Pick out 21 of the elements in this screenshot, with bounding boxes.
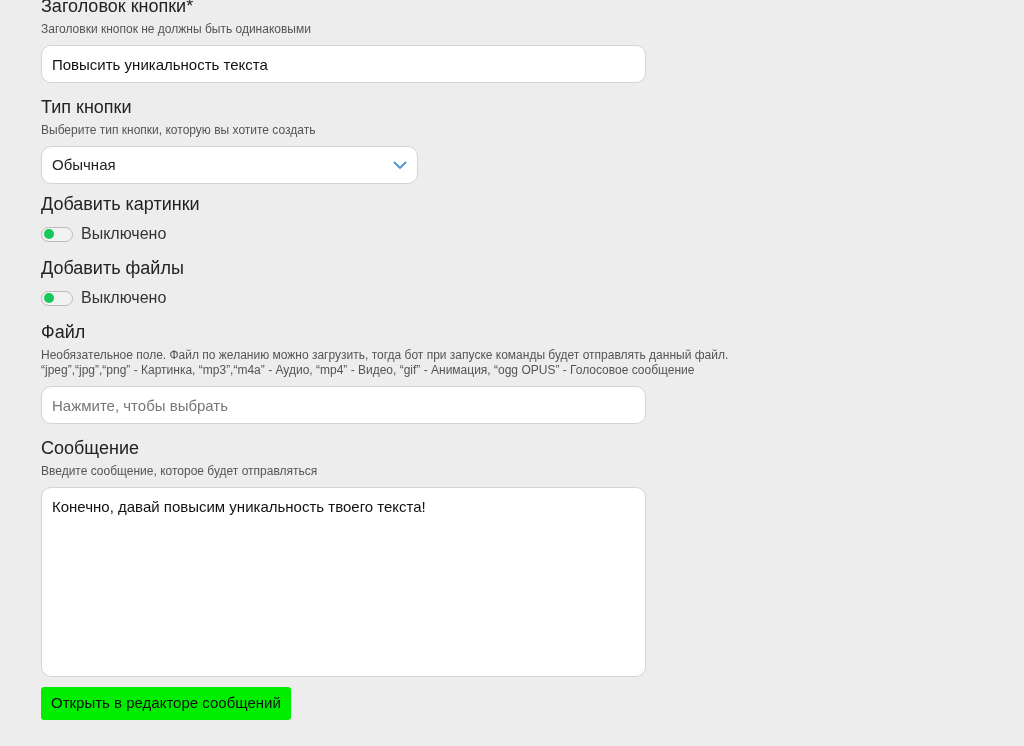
toggle-switch[interactable] [41,290,73,306]
select-value: Обычная [52,154,116,175]
field-label: Добавить картинки [41,193,201,216]
toggle-label: Выключено [81,288,167,308]
open-editor-button[interactable]: Открыть в редакторе сообщений [41,687,291,720]
toggle-label: Выключено [81,224,167,244]
field-label: Файл [41,321,87,344]
file-field[interactable]: Нажмите, чтобы выбрать [41,386,646,424]
select-field[interactable]: Обычная [41,146,418,184]
field-label: Сообщение [41,437,140,460]
field-hint: Введите сообщение, которое будет отправляться [41,464,319,479]
chevron-down-icon [393,160,407,170]
field-label: Заголовок кнопки* [41,0,195,18]
field-hint: Заголовки кнопок не должны быть одинаковыми [41,22,312,37]
toggle-switch[interactable] [41,226,73,242]
field-label: Добавить файлы [41,257,185,280]
input-field[interactable]: Повысить уникальность текста [41,45,646,83]
field-hint: Необязательное поле. Файл по желанию можно загрузить, тогда бот при запуске команды будет отправлять данный файл. “jpeg”,“jpg”,“png” - Картинка, “mp3”,“m4a” - Аудио, “mp4” - Видео, “gif” - Анимация, “ogg OPUS” - Голосовое сообщение [41,348,730,378]
field-label: Тип кнопки [41,96,133,119]
field-hint: Выберите тип кнопки, которую вы хотите создать [41,123,317,138]
message-field[interactable]: Конечно, давай повысим уникальность твоего текста! [41,487,646,677]
